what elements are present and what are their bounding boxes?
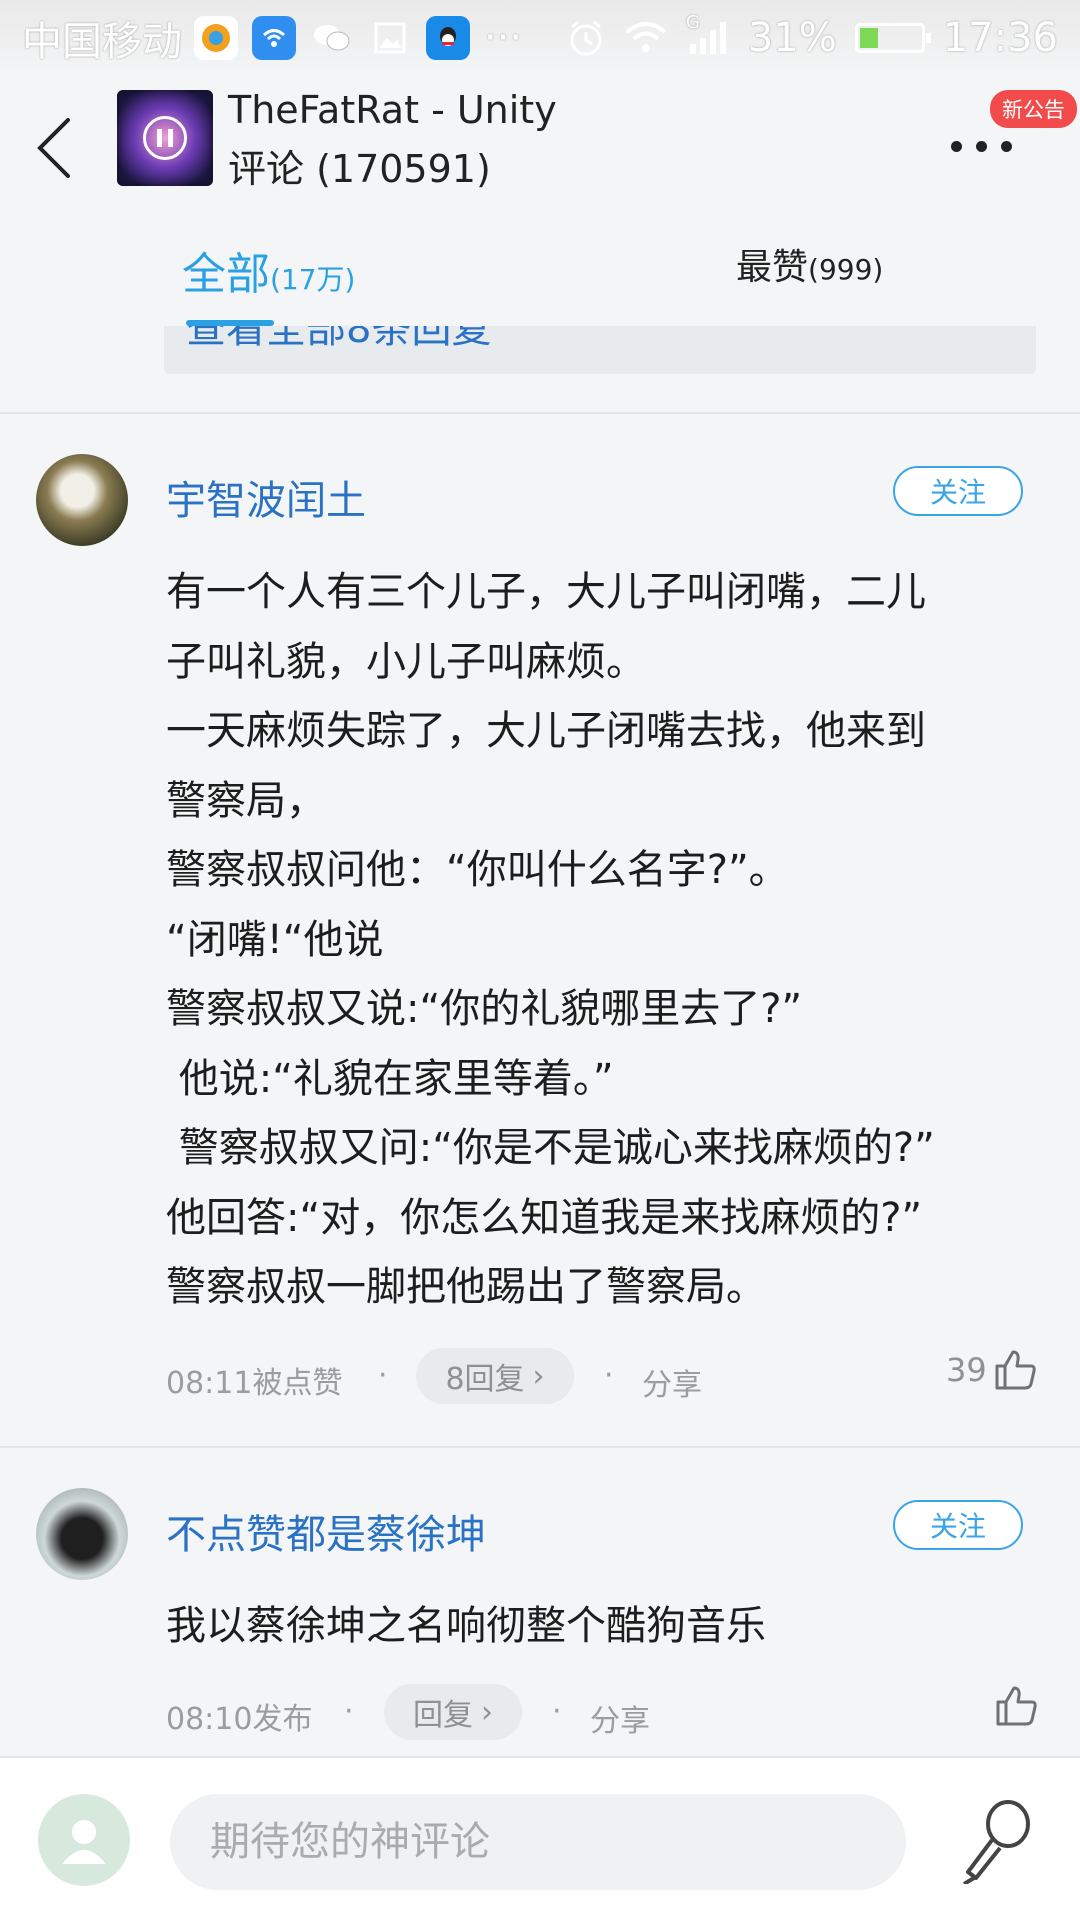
comment-line: 警察叔叔问他：“你叫什么名字?”。 xyxy=(166,847,789,893)
battery-percent: 31% xyxy=(747,15,837,61)
comment-tabs: 全部 (17万) 最赞 (999) xyxy=(0,216,1080,326)
qq-icon xyxy=(426,16,470,60)
carrier-name: 中国移动 xyxy=(22,19,182,65)
tab-all-label: 全部 xyxy=(182,249,270,300)
separator-dot: · xyxy=(344,1694,354,1729)
more-notifications-icon: ··· xyxy=(484,15,523,61)
microphone-icon xyxy=(962,1800,1030,1884)
user-avatar-icon[interactable] xyxy=(38,1794,130,1886)
comment-text: 我以蔡徐坤之名响彻整个酷狗音乐 xyxy=(166,1592,1036,1662)
chevron-right-icon: › xyxy=(532,1358,545,1394)
comment-meta: 08:11被点赞 xyxy=(166,1366,343,1401)
new-notice-badge[interactable]: 新公告 xyxy=(990,90,1077,128)
comment-username[interactable]: 宇智波闰土 xyxy=(166,468,366,526)
share-button[interactable]: 分享 xyxy=(642,1360,702,1404)
tab-most-liked[interactable]: 最赞 (999) xyxy=(736,238,883,290)
network-type: G xyxy=(685,12,700,33)
comment-input-bar xyxy=(0,1756,1080,1922)
like-count: 39 xyxy=(946,1351,987,1389)
tab-most-liked-count: (999) xyxy=(808,253,884,286)
like-button[interactable] xyxy=(994,1684,1038,1728)
comment-line: 子叫礼貌，小儿子叫麻烦。 xyxy=(166,638,646,685)
comment-line: 他回答:“对，你怎么知道我是来找麻烦的?” xyxy=(166,1194,923,1241)
previous-reply-preview[interactable]: 查看全部8条回复 xyxy=(164,326,1036,374)
follow-button[interactable]: 关注 xyxy=(893,466,1023,516)
comment-line: 有一个人有三个儿子，大儿子叫闭嘴，二儿 xyxy=(166,569,926,615)
divider xyxy=(0,1446,1080,1448)
clock: 17:36 xyxy=(942,15,1058,61)
status-bar: 中国移动 ··· G 31% 17:36 xyxy=(0,0,1080,76)
signal-icon: G xyxy=(686,12,730,56)
wifi-icon xyxy=(625,22,667,52)
comment-line: 一天麻烦失踪了，大儿子闭嘴去找，他来到 xyxy=(166,708,926,754)
share-button[interactable]: 分享 xyxy=(590,1696,650,1740)
reply-label: 回复 xyxy=(413,1698,473,1733)
comment-line: 警察叔叔又问:“你是不是诚心来找麻烦的?” xyxy=(166,1125,935,1171)
album-cover-play-toggle[interactable] xyxy=(117,90,213,186)
view-all-replies-link[interactable]: 查看全部8条回复 xyxy=(186,326,491,354)
tab-most-liked-label: 最赞 xyxy=(736,247,809,288)
comment-line: 我以蔡徐坤之名响彻整个酷狗音乐 xyxy=(166,1603,766,1649)
battery-level xyxy=(859,28,878,48)
comment-line: 警察叔叔又说:“你的礼貌哪里去了?” xyxy=(166,986,803,1032)
chevron-right-icon: › xyxy=(481,1694,493,1730)
thumbs-up-icon xyxy=(995,1350,1036,1390)
comments-header: TheFatRat - Unity 评论 (170591) 新公告 xyxy=(0,76,1080,216)
comment-line: 他说:“礼貌在家里等着。” xyxy=(166,1055,614,1102)
reply-button[interactable]: 8回复 › xyxy=(416,1348,574,1404)
browser-app-icon xyxy=(194,16,238,60)
song-title: TheFatRat - Unity xyxy=(228,88,557,132)
like-button[interactable]: 39 xyxy=(946,1348,1037,1392)
comment-line: 警察局， xyxy=(166,777,326,824)
wechat-icon xyxy=(310,16,354,60)
separator-dot: · xyxy=(552,1694,562,1729)
comment-line: “闭嘴!“他说 xyxy=(166,916,384,963)
alarm-icon xyxy=(570,20,602,56)
separator-dot: · xyxy=(604,1358,614,1393)
avatar[interactable] xyxy=(36,454,128,546)
battery-icon xyxy=(854,23,931,53)
back-button[interactable] xyxy=(24,108,84,188)
pause-icon xyxy=(143,116,187,160)
tab-all-count: (17万) xyxy=(270,263,356,296)
comment-line: 警察叔叔一脚把他踢出了警察局。 xyxy=(166,1264,766,1310)
tab-all[interactable]: 全部 (17万) xyxy=(182,238,355,302)
comment-count: 评论 (170591) xyxy=(228,147,491,191)
follow-button[interactable]: 关注 xyxy=(893,1500,1023,1550)
gallery-icon xyxy=(368,16,412,60)
thumbs-up-icon xyxy=(996,1686,1037,1726)
reply-label: 8回复 xyxy=(445,1362,525,1397)
reply-button[interactable]: 回复 › xyxy=(384,1684,522,1740)
voice-input-button[interactable] xyxy=(950,1784,1050,1894)
notification-icons: ··· xyxy=(194,15,522,61)
comment-username[interactable]: 不点赞都是蔡徐坤 xyxy=(166,1502,486,1560)
wifi-app-icon xyxy=(252,16,296,60)
divider xyxy=(0,412,1080,414)
chevron-left-icon xyxy=(37,118,70,178)
comment-meta: 08:10发布 xyxy=(166,1702,313,1737)
separator-dot: · xyxy=(378,1358,388,1393)
comment-input[interactable] xyxy=(170,1794,906,1890)
avatar[interactable] xyxy=(36,1488,128,1580)
comment-text: 有一个人有三个儿子，大儿子叫闭嘴，二儿 子叫礼貌，小儿子叫麻烦。 一天麻烦失踪了… xyxy=(166,558,1036,1323)
